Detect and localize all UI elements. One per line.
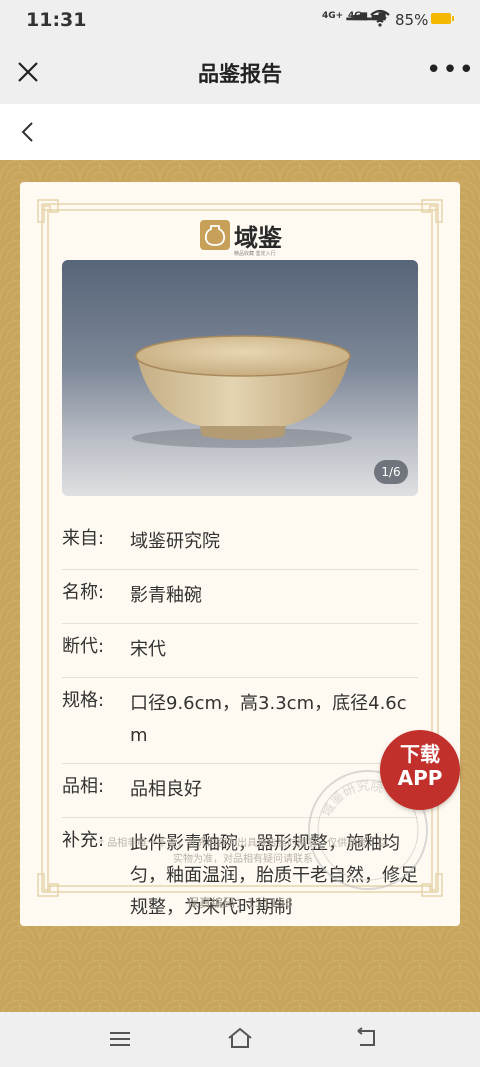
wifi-icon	[370, 9, 390, 27]
back-bar	[0, 104, 480, 160]
brand-name: 域鉴	[234, 223, 282, 252]
svg-text:域鉴研究院: 域鉴研究院	[320, 779, 385, 820]
brand-logo: 域鉴 精品收藏 鉴定入行	[200, 220, 296, 260]
download-label: 下载	[400, 742, 440, 766]
photo-counter: 1/6	[374, 460, 408, 484]
back-icon[interactable]	[18, 120, 38, 144]
title-bar: 品鉴报告 •••	[0, 38, 480, 104]
page-title: 品鉴报告	[198, 62, 282, 86]
serial-code: 保真编码：151158	[187, 896, 293, 910]
row-label: 来自:	[62, 528, 105, 549]
brand-subtitle: 精品收藏 鉴定入行	[234, 251, 276, 257]
item-photo[interactable]: 1/6	[62, 260, 418, 496]
menu-icon[interactable]	[109, 1030, 131, 1048]
row-label: 规格:	[62, 690, 105, 711]
status-time: 11:31	[26, 9, 87, 31]
home-icon[interactable]	[227, 1026, 253, 1050]
signal-label-2: 4G	[348, 11, 362, 21]
battery-icon	[431, 13, 454, 24]
row-label: 名称:	[62, 582, 105, 603]
row-value: 影青釉碗	[130, 585, 202, 606]
status-bar: 11:31 4G+ ▂▄▆ 4G ▂▄▆ 85%	[0, 0, 480, 38]
report-background: 域鉴 精品收藏 鉴定入行 1/6 来自: 域鉴研究院 名称: 影青釉碗 断代: …	[0, 160, 480, 1012]
row-label: 断代:	[62, 636, 105, 657]
system-nav-bar	[0, 1012, 480, 1067]
back-nav-icon[interactable]	[354, 1027, 378, 1049]
row-label: 品相:	[62, 776, 105, 797]
more-icon[interactable]: •••	[426, 57, 475, 83]
info-row-spec: 规格: 口径9.6cm，高3.3cm，底径4.6cm	[62, 678, 418, 764]
battery-percent: 85%	[395, 11, 429, 29]
bowl-image	[132, 335, 352, 448]
row-value: 宋代	[130, 639, 166, 660]
download-app-button[interactable]: 下载 APP	[380, 730, 460, 810]
info-row-dynasty: 断代: 宋代	[62, 624, 418, 678]
row-value: 域鉴研究院	[130, 531, 220, 552]
seal-text: 域鉴研究院	[320, 779, 385, 820]
info-row-source: 来自: 域鉴研究院	[62, 516, 418, 570]
download-app-label: APP	[397, 766, 443, 790]
report-card: 域鉴 精品收藏 鉴定入行 1/6 来自: 域鉴研究院 名称: 影青釉碗 断代: …	[20, 182, 460, 926]
info-row-name: 名称: 影青釉碗	[62, 570, 418, 624]
vase-logo-icon	[200, 220, 230, 250]
row-value: 口径9.6cm，高3.3cm，底径4.6cm	[130, 693, 407, 746]
signal-label-1: 4G+	[322, 11, 344, 21]
